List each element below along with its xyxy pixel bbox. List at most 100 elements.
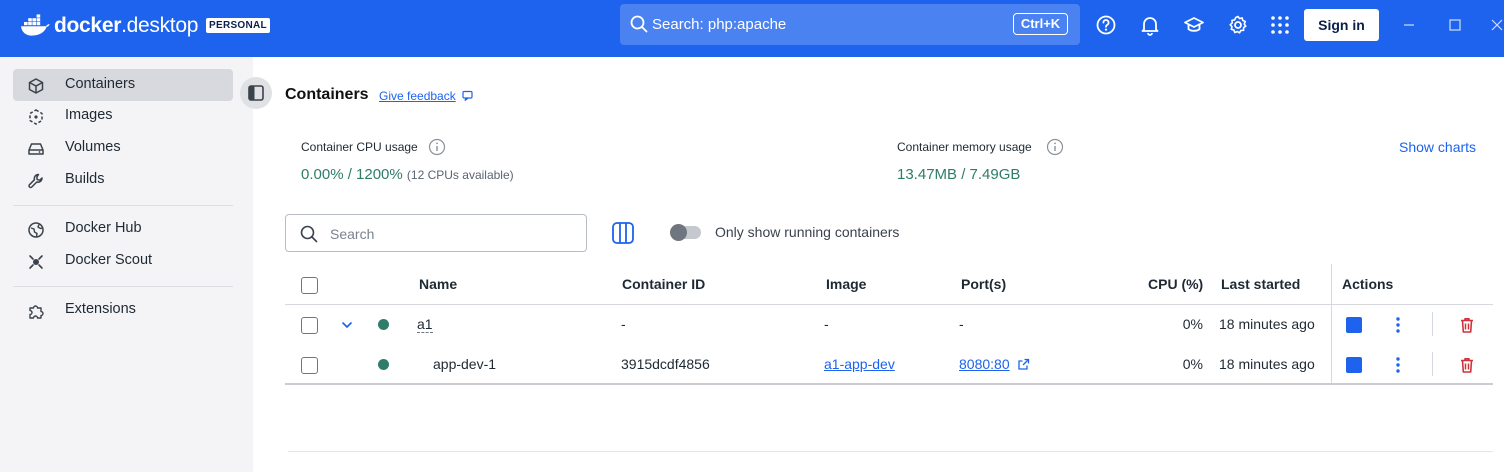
chevron-down-icon[interactable] bbox=[340, 318, 354, 332]
memory-usage-value: 13.47MB / 7.49GB bbox=[897, 166, 1021, 183]
stop-button[interactable] bbox=[1346, 357, 1362, 373]
extensions-puzzle-icon bbox=[29, 305, 44, 319]
sidebar-item-label: Containers bbox=[65, 76, 136, 92]
column-header-last-started[interactable]: Last started bbox=[1221, 276, 1300, 292]
docker-desktop-logo: docker.desktop bbox=[20, 12, 200, 40]
sidebar-item-label: Extensions bbox=[65, 301, 136, 317]
running-only-toggle[interactable] bbox=[670, 224, 701, 241]
row-last-started: 18 minutes ago bbox=[1219, 316, 1315, 332]
sidebar-panel-icon bbox=[248, 85, 264, 101]
external-link-icon[interactable] bbox=[1017, 358, 1030, 371]
extensions-grid-icon[interactable] bbox=[1269, 14, 1291, 36]
memory-info-icon[interactable] bbox=[1046, 138, 1064, 156]
row-ports: - bbox=[959, 316, 964, 332]
sidebar-item-label: Volumes bbox=[65, 139, 121, 155]
docker-whale-icon bbox=[21, 14, 50, 36]
row-image: - bbox=[824, 316, 829, 332]
container-search-field[interactable] bbox=[285, 214, 587, 252]
give-feedback-link[interactable]: Give feedback bbox=[379, 89, 456, 103]
search-icon bbox=[300, 225, 318, 243]
row-action-divider bbox=[1432, 352, 1433, 376]
column-settings-icon[interactable] bbox=[611, 221, 635, 245]
volumes-icon bbox=[28, 143, 44, 155]
global-search[interactable]: Search: php:apache Ctrl+K bbox=[620, 4, 1080, 45]
help-icon[interactable] bbox=[1095, 14, 1117, 36]
sidebar-item-volumes[interactable]: Volumes bbox=[13, 132, 233, 164]
column-header-actions: Actions bbox=[1342, 276, 1394, 292]
cpu-usage-label: Container CPU usage bbox=[301, 140, 418, 154]
cpu-info-icon[interactable] bbox=[428, 138, 446, 156]
plan-badge: PERSONAL bbox=[206, 18, 270, 33]
docker-hub-icon bbox=[28, 222, 44, 238]
row-last-started: 18 minutes ago bbox=[1219, 356, 1315, 372]
brand-name: docker.desktop bbox=[54, 14, 199, 37]
column-header-container-id[interactable]: Container ID bbox=[622, 276, 705, 292]
collapse-sidebar-button[interactable] bbox=[240, 77, 272, 109]
sidebar-item-builds[interactable]: Builds bbox=[13, 164, 233, 196]
sidebar-item-docker-scout[interactable]: Docker Scout bbox=[13, 245, 233, 277]
top-bar: docker.desktop PERSONAL Search: php:apac… bbox=[0, 0, 1504, 57]
table-bottom-border bbox=[285, 383, 1493, 385]
column-header-cpu[interactable]: CPU (%) bbox=[1148, 276, 1203, 292]
learning-center-icon[interactable] bbox=[1183, 14, 1205, 36]
sidebar-item-label: Docker Scout bbox=[65, 252, 153, 268]
more-options-icon[interactable] bbox=[1395, 316, 1401, 334]
row-container-id: - bbox=[621, 316, 626, 332]
row-cpu: 0% bbox=[1182, 316, 1203, 332]
row-image-link[interactable]: a1-app-dev bbox=[824, 356, 895, 372]
search-icon bbox=[630, 15, 648, 33]
close-icon[interactable] bbox=[1486, 14, 1504, 36]
sidebar-item-label: Images bbox=[65, 107, 113, 123]
docker-scout-icon bbox=[29, 255, 43, 269]
row-name[interactable]: app-dev-1 bbox=[433, 356, 496, 372]
sidebar: Containers Images Volumes Builds Docker … bbox=[0, 57, 253, 472]
sidebar-item-label: Builds bbox=[65, 171, 105, 187]
feedback-chat-icon[interactable] bbox=[462, 90, 474, 102]
minimize-icon[interactable] bbox=[1398, 14, 1420, 36]
images-icon bbox=[29, 109, 43, 125]
row-container-id: 3915dcdf4856 bbox=[621, 356, 710, 372]
sidebar-divider bbox=[13, 286, 233, 287]
row-name[interactable]: a1 bbox=[417, 316, 433, 333]
page-title: Containers bbox=[285, 86, 369, 103]
row-port-link[interactable]: 8080:80 bbox=[959, 356, 1010, 372]
column-header-name[interactable]: Name bbox=[419, 276, 457, 292]
row-action-divider bbox=[1432, 312, 1433, 336]
status-running-dot bbox=[378, 319, 389, 330]
sidebar-item-containers[interactable]: Containers bbox=[13, 69, 233, 101]
sidebar-item-docker-hub[interactable]: Docker Hub bbox=[13, 213, 233, 245]
more-options-icon[interactable] bbox=[1395, 356, 1401, 374]
containers-icon bbox=[28, 78, 44, 94]
column-header-image[interactable]: Image bbox=[826, 276, 866, 292]
toggle-knob bbox=[670, 224, 687, 241]
builds-wrench-icon bbox=[28, 173, 43, 189]
sidebar-item-label: Docker Hub bbox=[65, 220, 142, 236]
status-running-dot bbox=[378, 359, 389, 370]
maximize-icon[interactable] bbox=[1444, 14, 1466, 36]
footer-divider bbox=[288, 451, 1493, 452]
cpu-available-note: (12 CPUs available) bbox=[406, 168, 514, 182]
notifications-bell-icon[interactable] bbox=[1139, 14, 1161, 36]
table-header-divider bbox=[285, 304, 1493, 305]
column-header-ports[interactable]: Port(s) bbox=[961, 276, 1006, 292]
stop-button[interactable] bbox=[1346, 317, 1362, 333]
cpu-usage-numbers: 0.00% / 1200% bbox=[301, 166, 403, 183]
sidebar-item-images[interactable]: Images bbox=[13, 100, 233, 132]
memory-usage-label: Container memory usage bbox=[897, 140, 1032, 154]
row-checkbox[interactable] bbox=[301, 357, 318, 374]
show-charts-link[interactable]: Show charts bbox=[1399, 139, 1476, 155]
container-search-input[interactable] bbox=[330, 224, 570, 244]
settings-gear-icon[interactable] bbox=[1227, 14, 1249, 36]
actions-column-divider bbox=[1331, 264, 1332, 384]
cpu-usage-value: 0.00% / 1200% (12 CPUs available) bbox=[301, 166, 514, 183]
brand-light-text: desktop bbox=[126, 14, 199, 37]
delete-trash-icon[interactable] bbox=[1458, 356, 1476, 374]
global-search-text: Search: php:apache bbox=[652, 16, 787, 33]
sidebar-item-extensions[interactable]: Extensions bbox=[13, 294, 233, 326]
row-checkbox[interactable] bbox=[301, 317, 318, 334]
delete-trash-icon[interactable] bbox=[1458, 316, 1476, 334]
search-shortcut-badge: Ctrl+K bbox=[1013, 13, 1068, 35]
sign-in-button[interactable]: Sign in bbox=[1304, 9, 1379, 41]
select-all-checkbox[interactable] bbox=[301, 277, 318, 294]
row-cpu: 0% bbox=[1182, 356, 1203, 372]
